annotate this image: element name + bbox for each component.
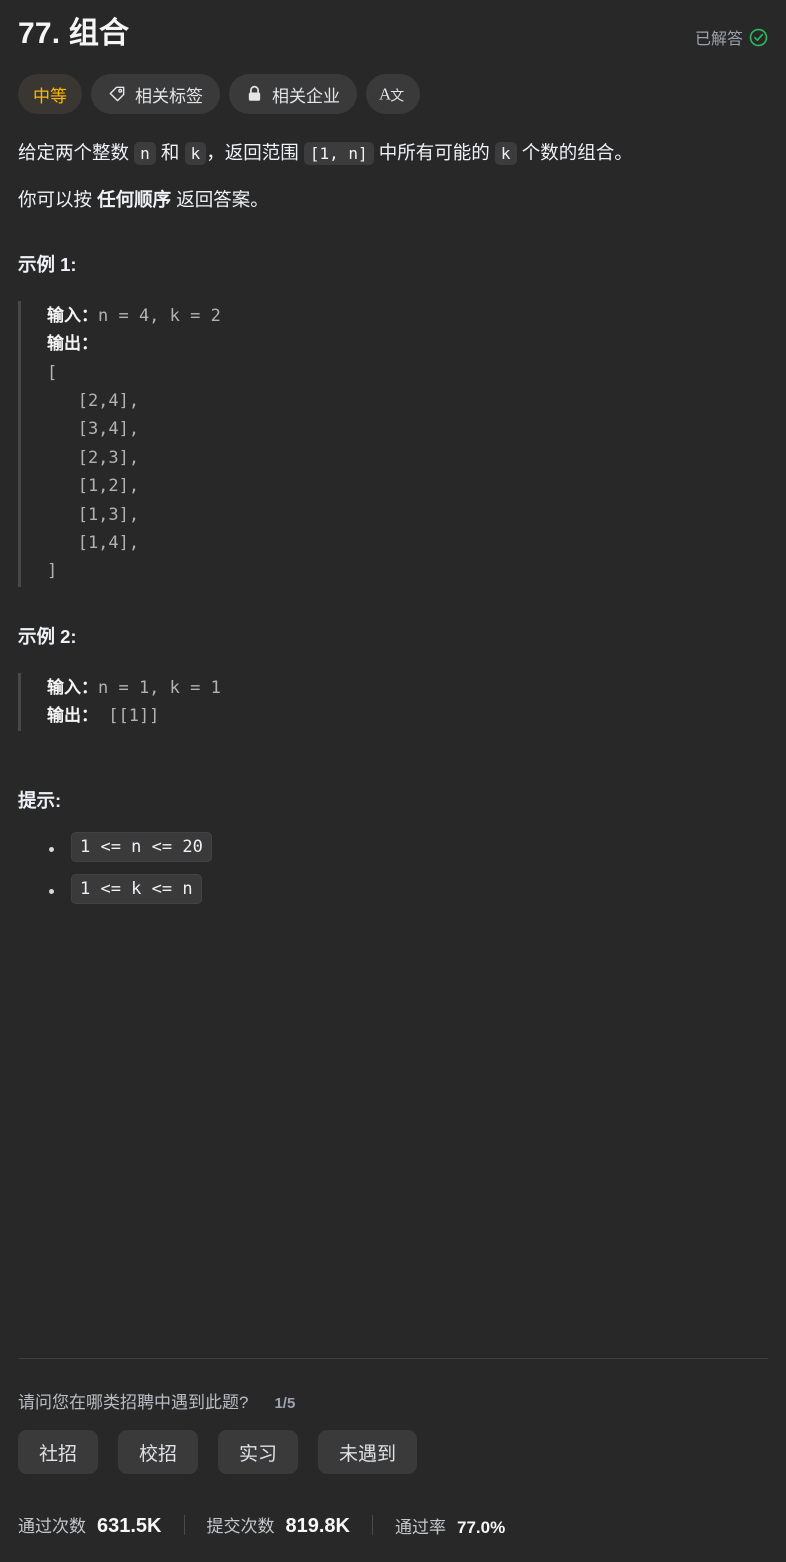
survey-option-weiyudao[interactable]: 未遇到	[318, 1430, 418, 1474]
companies-tag[interactable]: 相关企业	[229, 74, 357, 114]
status-badge: 已解答	[695, 25, 768, 49]
stat-label: 通过次数	[18, 1517, 86, 1536]
stat-acceptance-rate: 通过率 77.0%	[395, 1513, 505, 1538]
topics-label: 相关标签	[135, 86, 203, 106]
output-label: 输出：	[47, 706, 98, 726]
output-label: 输出：	[47, 334, 98, 354]
problem-page: 77. 组合 已解答 中等 相关标签 相关企业 A 文 给定两个整数 n 和 k…	[0, 0, 786, 1562]
translate-icon: A 文	[379, 83, 407, 105]
inline-code-n: n	[134, 142, 156, 165]
desc-text: ，返回范围	[206, 142, 304, 163]
stats-footer: 通过次数 631.5K 提交次数 819.8K 通过率 77.0%	[18, 1512, 768, 1538]
check-circle-icon	[749, 28, 768, 47]
description-paragraph-1: 给定两个整数 n 和 k ，返回范围 [1, n] 中所有可能的 k 个数的组合。	[18, 138, 768, 168]
survey-option-shixi[interactable]: 实习	[218, 1430, 299, 1474]
survey-question-row: 请问您在哪类招聘中遇到此题? 1/5	[18, 1388, 768, 1413]
problem-header: 77. 组合 已解答	[18, 0, 768, 53]
desc-emphasis: 任何顺序	[97, 188, 172, 210]
list-item: 1 <= n <= 20	[18, 832, 768, 863]
inline-code-range: [1, n]	[303, 142, 374, 165]
inline-code-k2: k	[494, 142, 517, 165]
constraints-block: 提示: 1 <= n <= 20 1 <= k <= n	[18, 787, 768, 904]
survey-section: 请问您在哪类招聘中遇到此题? 1/5 社招 校招 实习 未遇到	[18, 1388, 768, 1474]
translate-button[interactable]: A 文	[366, 74, 420, 114]
stat-value: 631.5K	[97, 1515, 162, 1537]
constraint-code: 1 <= k <= n	[71, 873, 202, 904]
stat-label: 通过率	[395, 1517, 446, 1537]
problem-description: 给定两个整数 n 和 k ，返回范围 [1, n] 中所有可能的 k 个数的组合。…	[18, 138, 768, 215]
difficulty-label: 中等	[33, 86, 67, 106]
constraint-code: 1 <= n <= 20	[71, 832, 212, 863]
input-value: n = 1, k = 1	[98, 677, 221, 698]
stat-submissions: 提交次数 819.8K	[207, 1512, 351, 1538]
inline-code-k: k	[184, 142, 207, 165]
desc-text: 和	[155, 142, 185, 163]
stat-accepted: 通过次数 631.5K	[18, 1512, 162, 1538]
section-divider	[18, 1358, 768, 1359]
desc-text: 个数的组合。	[516, 142, 633, 163]
example-code-2: 输入：n = 1, k = 1 输出： [[1]]	[18, 672, 768, 732]
example-title: 示例 2:	[18, 625, 77, 647]
list-item: 1 <= k <= n	[18, 873, 768, 904]
page-title: 77. 组合	[18, 17, 130, 50]
svg-text:文: 文	[390, 89, 404, 105]
example-block-2: 示例 2: 输入：n = 1, k = 1 输出： [[1]]	[18, 623, 768, 732]
difficulty-tag[interactable]: 中等	[18, 74, 82, 114]
solved-label: 已解答	[694, 31, 743, 48]
example-block-1: 示例 1: 输入：n = 4, k = 2 输出： [ [2,4], [3,4]…	[18, 251, 768, 587]
stat-value: 77.0%	[457, 1517, 506, 1537]
input-label: 输入：	[47, 677, 98, 697]
example-title: 示例 1:	[18, 253, 77, 275]
topics-tag[interactable]: 相关标签	[91, 74, 220, 114]
stat-value: 819.8K	[285, 1515, 351, 1537]
input-value: n = 4, k = 2	[98, 305, 221, 326]
stat-separator	[372, 1515, 373, 1535]
example-code-1: 输入：n = 4, k = 2 输出： [ [2,4], [3,4], [2,3…	[18, 300, 768, 587]
tag-row: 中等 相关标签 相关企业 A 文	[18, 74, 768, 114]
desc-text: 返回答案。	[171, 188, 269, 210]
survey-question-text: 请问您在哪类招聘中遇到此题?	[18, 1393, 249, 1412]
constraints-title: 提示:	[18, 790, 62, 812]
desc-text: 给定两个整数	[18, 142, 135, 163]
input-label: 输入：	[47, 305, 98, 325]
survey-options: 社招 校招 实习 未遇到	[18, 1430, 768, 1474]
survey-progress: 1/5	[274, 1395, 296, 1412]
stat-separator	[183, 1515, 185, 1535]
constraints-list: 1 <= n <= 20 1 <= k <= n	[18, 832, 768, 904]
description-paragraph-2: 你可以按 任何顺序 返回答案。	[18, 185, 768, 215]
survey-option-shezhao[interactable]: 社招	[18, 1430, 99, 1474]
desc-text: 中所有可能的	[373, 142, 495, 163]
companies-label: 相关企业	[272, 86, 340, 106]
output-value: [ [2,4], [3,4], [2,3], [1,2], [1,3], [1,…	[47, 362, 140, 582]
lock-icon	[246, 85, 263, 103]
stat-label: 提交次数	[206, 1517, 275, 1536]
output-value: [[1]]	[98, 706, 160, 727]
survey-option-xiaozhao[interactable]: 校招	[118, 1430, 199, 1474]
tag-icon	[108, 85, 126, 103]
desc-text: 你可以按	[18, 188, 98, 210]
